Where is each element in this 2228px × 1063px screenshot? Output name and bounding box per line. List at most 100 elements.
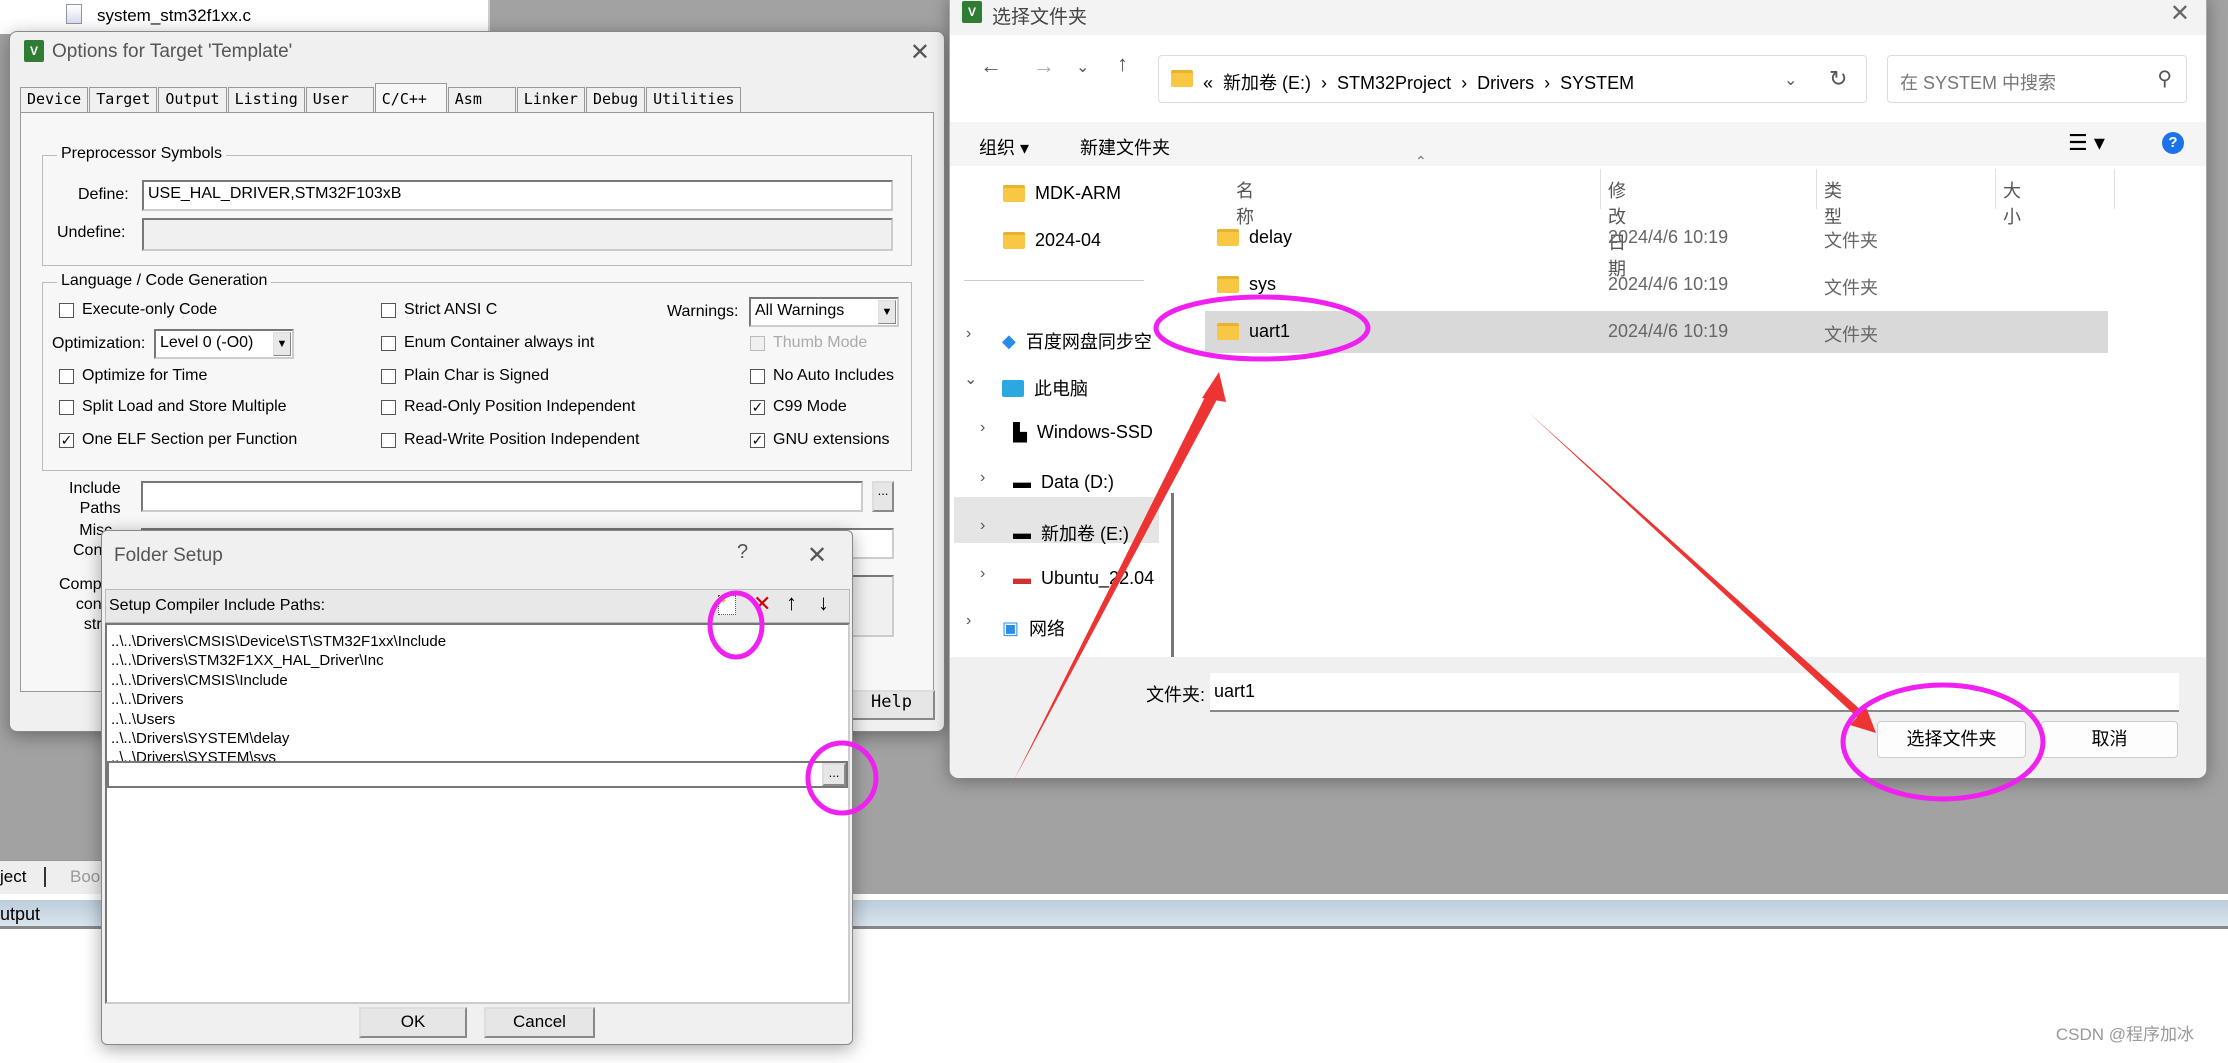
list-item[interactable]: ..\..\Users <box>111 711 175 728</box>
search-input[interactable]: 在 SYSTEM 中搜索 ⚲ <box>1887 55 2187 103</box>
chevron-down-icon: ▼ <box>273 332 291 356</box>
thumb-mode-checkbox: Thumb Mode <box>750 334 867 352</box>
compiler-string-label: Comp con str <box>59 576 102 633</box>
plain-char-checkbox[interactable]: Plain Char is Signed <box>381 367 549 385</box>
tab-linker[interactable]: Linker <box>516 87 585 113</box>
cancel-button[interactable]: Cancel <box>484 1007 595 1038</box>
folder-name-input[interactable]: uart1 <box>1210 673 2179 712</box>
nav-item-selected[interactable]: ▬ 新加卷 (E:) <box>1013 520 1129 546</box>
help-icon[interactable]: ? <box>2162 132 2184 154</box>
tab-project[interactable]: ject <box>0 867 26 887</box>
help-button[interactable]: Help <box>848 690 935 720</box>
undefine-input[interactable] <box>142 218 893 251</box>
tab-user[interactable]: User <box>305 87 374 113</box>
move-down-icon[interactable]: ↓ <box>818 590 829 616</box>
folder-setup-dialog: Folder Setup ? ✕ Setup Compiler Include … <box>101 530 853 1045</box>
cancel-button[interactable]: 取消 <box>2041 721 2178 758</box>
include-paths-list: ..\..\Drivers\CMSIS\Device\ST\STM32F1xx\… <box>105 623 850 1004</box>
list-item[interactable]: ..\..\Drivers\STM32F1XX_HAL_Driver\Inc <box>111 652 384 669</box>
up-icon[interactable]: ↑ <box>1117 51 1128 77</box>
new-folder-button[interactable]: 新建文件夹 <box>1080 134 1170 160</box>
include-paths-input[interactable] <box>141 481 863 512</box>
help-icon[interactable]: ? <box>737 541 748 564</box>
nav-item[interactable]: ▬ Data (D:) <box>1013 472 1114 493</box>
drive-icon: ▙ <box>1013 422 1027 442</box>
title-bar: V 选择文件夹 ✕ <box>950 0 2206 35</box>
tab-utilities[interactable]: Utilities <box>646 87 742 113</box>
nav-item[interactable]: ▬ Ubuntu_22.04 <box>1013 568 1166 589</box>
tab-device[interactable]: Device <box>20 87 89 113</box>
tab-c-cpp[interactable]: C/C++ <box>374 83 447 113</box>
tab-books[interactable]: Boo <box>44 867 100 887</box>
gnu-extensions-checkbox[interactable]: ✓ GNU extensions <box>750 431 890 449</box>
one-elf-checkbox[interactable]: ✓ One ELF Section per Function <box>59 431 297 449</box>
breadcrumb-item[interactable]: SYSTEM <box>1560 73 1634 93</box>
table-row[interactable]: delay 2024/4/6 10:19 文件夹 <box>1205 217 2108 259</box>
path-edit-input[interactable] <box>107 761 848 788</box>
no-auto-includes-checkbox[interactable]: No Auto Includes <box>750 367 894 385</box>
nav-item[interactable]: 2024-04 <box>1003 230 1101 251</box>
breadcrumb-item[interactable]: 新加卷 (E:) <box>1223 73 1311 93</box>
breadcrumb-overflow[interactable]: « <box>1203 73 1213 93</box>
folder-icon <box>1171 70 1193 87</box>
split-load-checkbox[interactable]: Split Load and Store Multiple <box>59 398 287 416</box>
tab-debug[interactable]: Debug <box>585 87 646 113</box>
recent-chevron-icon[interactable]: ⌄ <box>1076 57 1089 77</box>
nav-item[interactable]: 此电脑 <box>1002 375 1088 401</box>
nav-item[interactable]: ▣ 网络 <box>1002 615 1065 641</box>
tab-listing[interactable]: Listing <box>227 87 305 113</box>
c99-mode-checkbox[interactable]: ✓ C99 Mode <box>750 398 847 416</box>
list-item[interactable]: ..\..\Drivers\SYSTEM\delay <box>111 730 289 747</box>
browse-button[interactable]: ... <box>822 763 846 786</box>
network-icon: ▣ <box>1002 617 1020 638</box>
dialog-footer: 文件夹: uart1 选择文件夹 取消 <box>950 657 2206 778</box>
rwpi-checkbox[interactable]: Read-Write Position Independent <box>381 431 639 449</box>
move-up-icon[interactable]: ↑ <box>786 590 797 616</box>
nav-item[interactable]: MDK-ARM <box>1003 183 1121 204</box>
new-folder-icon[interactable]: ✦ <box>718 595 736 615</box>
refresh-icon[interactable]: ↻ <box>1829 66 1847 92</box>
tab-output[interactable]: Output <box>158 87 227 113</box>
optimization-select[interactable]: Level 0 (-O0) ▼ <box>154 329 294 359</box>
close-icon[interactable]: ✕ <box>910 38 930 67</box>
chevron-down-icon[interactable]: ⌄ <box>1784 70 1797 90</box>
ropi-checkbox[interactable]: Read-Only Position Independent <box>381 398 635 416</box>
tree-file-item[interactable]: system_stm32f1xx.c <box>97 6 251 26</box>
enum-container-checkbox[interactable]: Enum Container always int <box>381 334 594 352</box>
collapse-icon: ⌄ <box>964 371 978 388</box>
close-icon[interactable]: ✕ <box>807 541 827 570</box>
select-folder-button[interactable]: 选择文件夹 <box>1877 721 2026 758</box>
list-item[interactable]: ..\..\Drivers <box>111 691 184 708</box>
nav-item[interactable]: ▙ Windows-SSD <box>1013 422 1166 443</box>
breadcrumb-item[interactable]: Drivers <box>1477 73 1534 93</box>
delete-icon[interactable]: ✕ <box>753 591 771 617</box>
list-item[interactable]: ..\..\Drivers\CMSIS\Include <box>111 672 288 689</box>
close-icon[interactable]: ✕ <box>2170 0 2190 28</box>
forward-icon[interactable]: → <box>1033 53 1055 79</box>
undefine-label: Undefine: <box>57 224 126 241</box>
address-bar[interactable]: « 新加卷 (E:) › STM32Project › Drivers › SY… <box>1158 55 1867 103</box>
language-group: Language / Code Generation Execute-only … <box>42 272 912 471</box>
ok-button[interactable]: OK <box>359 1007 467 1038</box>
execute-only-checkbox[interactable]: Execute-only Code <box>59 301 217 319</box>
computer-icon <box>1002 379 1024 397</box>
dialog-title: Folder Setup <box>114 545 223 566</box>
drive-icon: ▬ <box>1013 472 1031 492</box>
tab-target[interactable]: Target <box>89 87 158 113</box>
view-options-icon[interactable]: ☰ ▾ <box>2068 130 2105 156</box>
project-tabs: ject Boo <box>0 860 101 894</box>
table-row[interactable]: sys 2024/4/6 10:19 文件夹 <box>1205 264 2108 306</box>
dialog-title: Options for Target 'Template' <box>52 41 293 62</box>
tab-asm[interactable]: Asm <box>447 87 516 113</box>
back-icon[interactable]: ← <box>980 53 1002 79</box>
breadcrumb-item[interactable]: STM32Project <box>1337 73 1451 93</box>
optimize-time-checkbox[interactable]: Optimize for Time <box>59 367 207 385</box>
organize-button[interactable]: 组织 ▾ <box>979 134 1029 160</box>
strict-ansi-checkbox[interactable]: Strict ANSI C <box>381 301 497 319</box>
include-browse-button[interactable]: ... <box>872 481 894 512</box>
list-item[interactable]: ..\..\Drivers\CMSIS\Device\ST\STM32F1xx\… <box>111 633 446 650</box>
warnings-select[interactable]: All Warnings ▼ <box>749 297 899 327</box>
nav-item[interactable]: ◆ 百度网盘同步空 <box>1002 328 1166 354</box>
table-row-selected[interactable]: uart1 2024/4/6 10:19 文件夹 <box>1205 311 2108 353</box>
define-input[interactable]: USE_HAL_DRIVER,STM32F103xB <box>142 180 893 211</box>
